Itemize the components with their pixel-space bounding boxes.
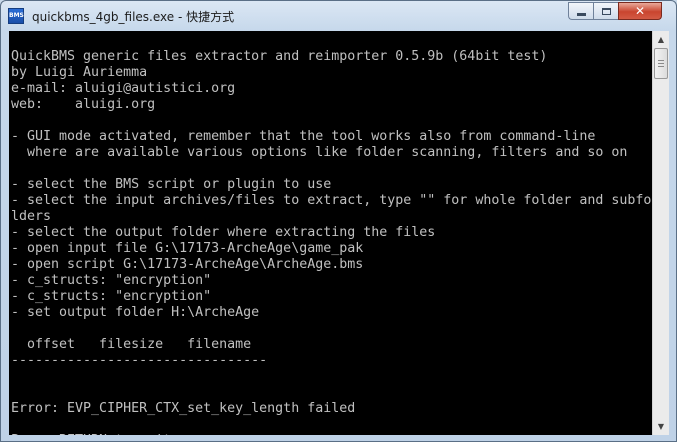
console-line: - set output folder H:\ArcheAge (11, 305, 260, 320)
console-line: e-mail: aluigi@autistici.org (11, 81, 236, 96)
vertical-scrollbar[interactable]: ▲ ▼ (652, 31, 669, 435)
console-line: - GUI mode activated, remember that the … (11, 129, 596, 144)
console-window: BMS quickbms_4gb_files.exe - 快捷方式 ✕ Quic… (0, 0, 677, 442)
console-output[interactable]: QuickBMS generic files extractor and rei… (9, 31, 652, 435)
console-line: -------------------------------- (11, 353, 268, 368)
console-line: QuickBMS generic files extractor and rei… (11, 49, 548, 64)
close-button[interactable]: ✕ (618, 2, 662, 20)
console-line: - select the input archives/files to ext… (11, 193, 652, 208)
console-line: offset filesize filename (11, 337, 252, 352)
minimize-icon (576, 12, 586, 16)
console-line: - select the output folder where extract… (11, 225, 436, 240)
console-line: - select the BMS script or plugin to use (11, 177, 332, 192)
maximize-icon (601, 7, 611, 15)
window-title: quickbms_4gb_files.exe - 快捷方式 (32, 10, 235, 24)
maximize-button[interactable] (593, 2, 618, 20)
title-bar[interactable]: BMS quickbms_4gb_files.exe - 快捷方式 ✕ (1, 1, 676, 31)
console-line: - c_structs: "encryption" (11, 289, 212, 304)
scroll-up-arrow-icon[interactable]: ▲ (653, 31, 669, 48)
console-line: web: aluigi.org (11, 97, 156, 112)
console-line: - open script G:\17173-ArcheAge\ArcheAge… (11, 257, 364, 272)
console-line: - open input file G:\17173-ArcheAge\game… (11, 241, 364, 256)
console-line: Error: EVP_CIPHER_CTX_set_key_length fai… (11, 401, 356, 416)
console-line: - c_structs: "encryption" (11, 273, 212, 288)
console-line: Press RETURN to quit (11, 433, 171, 435)
console-line: lders (11, 209, 52, 224)
close-icon: ✕ (634, 4, 646, 18)
console-line: where are available various options like… (11, 145, 628, 160)
console-line: by Luigi Auriemma (11, 65, 148, 80)
minimize-button[interactable] (568, 2, 593, 20)
app-icon[interactable]: BMS (8, 8, 24, 24)
scrollbar-thumb[interactable] (654, 48, 668, 79)
scroll-down-arrow-icon[interactable]: ▼ (653, 418, 669, 435)
